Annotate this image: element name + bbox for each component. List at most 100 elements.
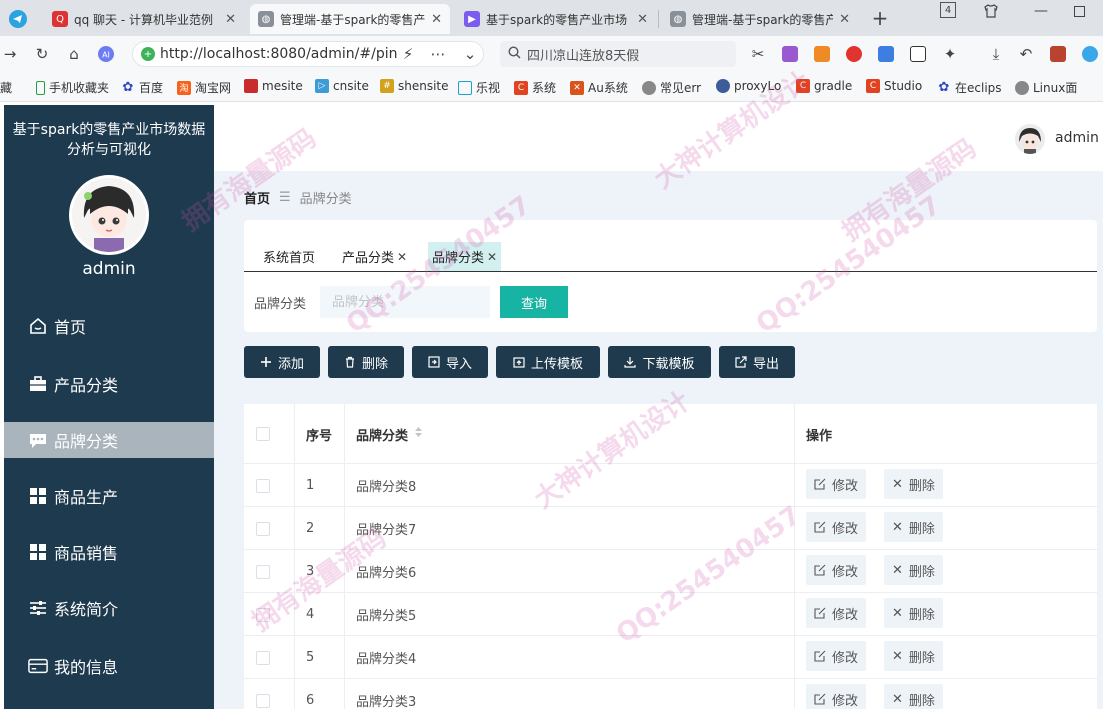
ai-icon[interactable]: AI	[96, 44, 116, 64]
browser-tab-video[interactable]: ▶ 基于spark的零售产业市场 ✕	[456, 4, 656, 34]
sort-icon[interactable]	[414, 426, 423, 442]
sidebar-item-sales[interactable]: 商品销售	[4, 534, 214, 570]
sidebar-item-brand-category[interactable]: 品牌分类	[4, 422, 214, 458]
sidebar-item-home[interactable]: 首页	[4, 308, 214, 344]
add-button[interactable]: 添加	[244, 346, 320, 378]
bookmark-item[interactable]: C 系统	[514, 79, 556, 96]
reload-icon[interactable]: ↻	[32, 44, 52, 64]
bookmark-item[interactable]: 常见err	[642, 79, 701, 96]
bookmark-item[interactable]: proxyLo	[716, 79, 781, 93]
tab-label: 品牌分类	[432, 251, 485, 266]
home-icon[interactable]: ⌂	[64, 44, 84, 64]
download-template-button[interactable]: 下载模板	[608, 346, 711, 378]
breadcrumb-home[interactable]: 首页	[244, 188, 270, 207]
bookmark-item[interactable]: ✕ Au系统	[570, 79, 628, 96]
edit-button[interactable]: 修改	[806, 469, 867, 499]
header-username[interactable]: admin	[1055, 130, 1099, 146]
row-delete-button[interactable]: ✕ 删除	[884, 598, 943, 628]
close-icon[interactable]: ✕	[225, 12, 236, 27]
tab-product-category[interactable]: 产品分类 ✕	[338, 242, 411, 271]
sidebar-item-system-intro[interactable]: 系统简介	[4, 590, 214, 626]
close-icon[interactable]: ✕	[839, 12, 850, 27]
row-checkbox[interactable]	[256, 607, 270, 622]
grid-apps-icon[interactable]	[1082, 46, 1098, 62]
edit-button[interactable]: 修改	[806, 555, 867, 585]
edit-button[interactable]: 修改	[806, 641, 867, 671]
tab-brand-category[interactable]: 品牌分类 ✕	[428, 242, 502, 271]
mail-icon[interactable]	[878, 46, 894, 62]
brand-search-input[interactable]	[320, 286, 490, 318]
bookmark-item[interactable]: Cgradle	[796, 79, 852, 93]
row-delete-button[interactable]: ✕ 删除	[884, 512, 943, 542]
row-checkbox[interactable]	[256, 564, 270, 579]
row-delete-button[interactable]: ✕ 删除	[884, 469, 943, 499]
close-icon[interactable]: ✕	[431, 12, 442, 27]
browser-tab-admin-2[interactable]: ◍ 管理端-基于spark的零售产 ✕	[662, 4, 858, 34]
tab-count-badge[interactable]: 4	[940, 2, 956, 18]
bookmark-item[interactable]: mesite	[244, 79, 303, 93]
bookmark-item[interactable]: 乐视	[458, 79, 500, 96]
bookmark-item[interactable]: Linux面	[1015, 79, 1077, 96]
tab-title: 基于spark的零售产业市场	[486, 12, 628, 27]
close-icon[interactable]: ✕	[397, 250, 407, 264]
row-checkbox[interactable]	[256, 693, 270, 708]
select-all-checkbox[interactable]	[256, 427, 270, 441]
download-icon[interactable]: ⤓	[986, 44, 1006, 64]
edit-button[interactable]: 修改	[806, 684, 867, 709]
avatar[interactable]	[1015, 124, 1045, 154]
browser-tab-qq[interactable]: Q qq 聊天 - 计算机毕业范例 ✕	[44, 4, 244, 34]
bookmark-item[interactable]: 淘淘宝网	[177, 79, 231, 96]
scissors-icon[interactable]: ✂	[748, 44, 768, 64]
chevron-down-icon[interactable]: ⌄	[460, 44, 480, 64]
forward-icon[interactable]: →	[0, 44, 20, 64]
upload-template-button[interactable]: 上传模板	[496, 346, 600, 378]
bookmark-item[interactable]: C Studio	[866, 79, 922, 93]
export-button[interactable]: 导出	[719, 346, 795, 378]
browser-search-field[interactable]: 四川凉山连放8天假	[500, 41, 736, 67]
column-header-brand[interactable]: 品牌分类	[356, 404, 423, 464]
import-button[interactable]: 导入	[412, 346, 488, 378]
edit-button[interactable]: 修改	[806, 512, 867, 542]
sidebar-item-product-category[interactable]: 产品分类	[4, 366, 214, 402]
close-icon[interactable]: ✕	[487, 250, 497, 264]
sidebar-username: admin	[82, 259, 136, 279]
row-checkbox[interactable]	[256, 650, 270, 665]
puzzle-icon[interactable]: ✦	[940, 44, 960, 64]
bookmark-item[interactable]: ✿ 在eclips	[937, 79, 1002, 96]
bookmark-item[interactable]: ✿ 百度	[121, 79, 163, 96]
row-delete-button[interactable]: ✕ 删除	[884, 684, 943, 709]
bookmark-item[interactable]: 手机收藏夹	[36, 79, 109, 96]
weibo-icon[interactable]	[846, 46, 862, 62]
main-content: admin 首页 ☰ 品牌分类 系统首页 产品分类 ✕ 品牌分类 ✕ 品牌分类 …	[214, 105, 1103, 709]
sidebar-item-my-info[interactable]: 我的信息	[4, 648, 214, 684]
browser-tab-admin[interactable]: ◍ 管理端-基于spark的零售产 ✕	[250, 4, 450, 34]
delete-button[interactable]: 删除	[328, 346, 404, 378]
extension-purple-icon[interactable]	[782, 46, 798, 62]
brand-cell: 品牌分类7	[356, 523, 417, 538]
briefcase-red-icon[interactable]	[1050, 46, 1066, 62]
bookmark-item[interactable]: # shensite	[380, 79, 449, 93]
new-tab-button[interactable]: +	[870, 6, 890, 30]
query-button[interactable]: 查询	[500, 286, 568, 318]
flash-icon[interactable]: ⚡	[398, 44, 418, 64]
tab-system-home[interactable]: 系统首页	[259, 242, 319, 271]
table-row: 2 品牌分类7 修改 ✕ 删除	[244, 507, 1097, 550]
edit-button[interactable]: 修改	[806, 598, 867, 628]
close-icon[interactable]: ✕	[637, 12, 648, 27]
more-icon[interactable]: ⋯	[428, 44, 448, 64]
screenshot-icon[interactable]	[910, 46, 926, 62]
row-checkbox[interactable]	[256, 521, 270, 536]
bookmark-item[interactable]: 藏	[0, 79, 12, 96]
row-checkbox[interactable]	[256, 478, 270, 493]
telegram-icon[interactable]	[8, 9, 28, 29]
extension-fox-icon[interactable]	[814, 46, 830, 62]
shirt-icon[interactable]	[982, 2, 1000, 20]
minimize-icon[interactable]: —	[1032, 2, 1050, 20]
row-delete-button[interactable]: ✕ 删除	[884, 555, 943, 585]
sidebar-item-production[interactable]: 商品生产	[4, 478, 214, 514]
maximize-icon[interactable]	[1070, 2, 1088, 20]
undo-icon[interactable]: ↶	[1016, 44, 1036, 64]
bookmark-item[interactable]: ▷ cnsite	[315, 79, 369, 93]
row-delete-button[interactable]: ✕ 删除	[884, 641, 943, 671]
avatar[interactable]	[69, 175, 149, 255]
